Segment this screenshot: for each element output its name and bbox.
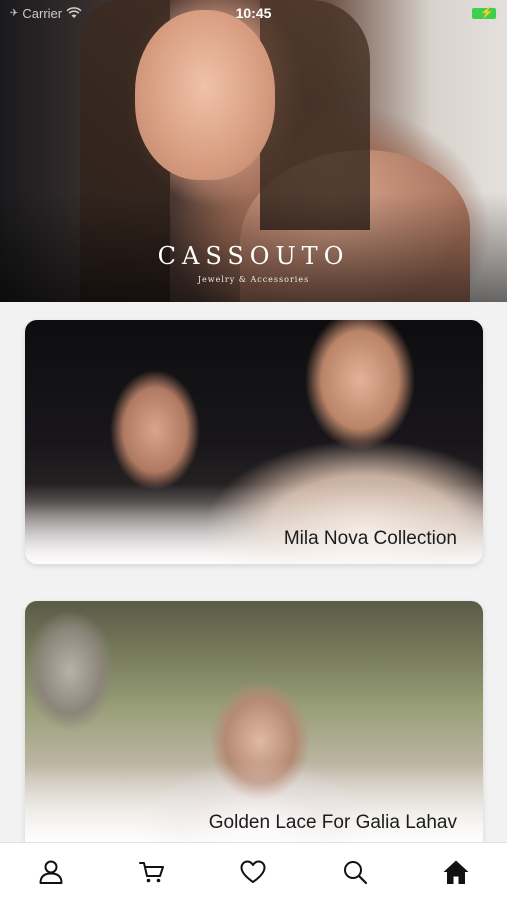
brand-logo: CASSOUTO Jewelry & Accessories [0, 242, 507, 284]
tab-home[interactable] [436, 852, 476, 892]
battery-icon: ⚡ [471, 6, 500, 20]
status-time: 10:45 [235, 5, 272, 21]
brand-name: CASSOUTO [157, 242, 350, 270]
card-overlay [25, 484, 483, 564]
brand-tagline: Jewelry & Accessories [197, 275, 310, 284]
tab-profile[interactable] [31, 852, 71, 892]
collection-card-mila-nova[interactable]: Mila Nova Collection [25, 320, 483, 564]
search-icon [343, 860, 367, 884]
tab-wishlist[interactable] [233, 852, 273, 892]
collection-title: Golden Lace For Galia Lahav [208, 812, 457, 833]
collections-feed[interactable]: Mila Nova Collection Golden Lace For Gal… [0, 302, 507, 842]
heart-icon [240, 860, 266, 883]
collection-card-golden-lace[interactable]: Golden Lace For Galia Lahav [25, 601, 483, 842]
hero-banner: CASSOUTO Jewelry & Accessories [0, 0, 507, 302]
cart-icon [139, 861, 165, 882]
charging-bolt-icon: ⚡ [480, 6, 494, 19]
collection-title: Mila Nova Collection [283, 528, 457, 549]
tab-cart[interactable] [132, 852, 172, 892]
status-bar: ✈ Carrier 10:45 ⚡ [0, 0, 507, 26]
tab-bar [0, 842, 507, 900]
tab-search[interactable] [335, 852, 375, 892]
hero-image-part [135, 10, 275, 180]
home-icon [443, 860, 469, 884]
user-icon [39, 860, 63, 884]
